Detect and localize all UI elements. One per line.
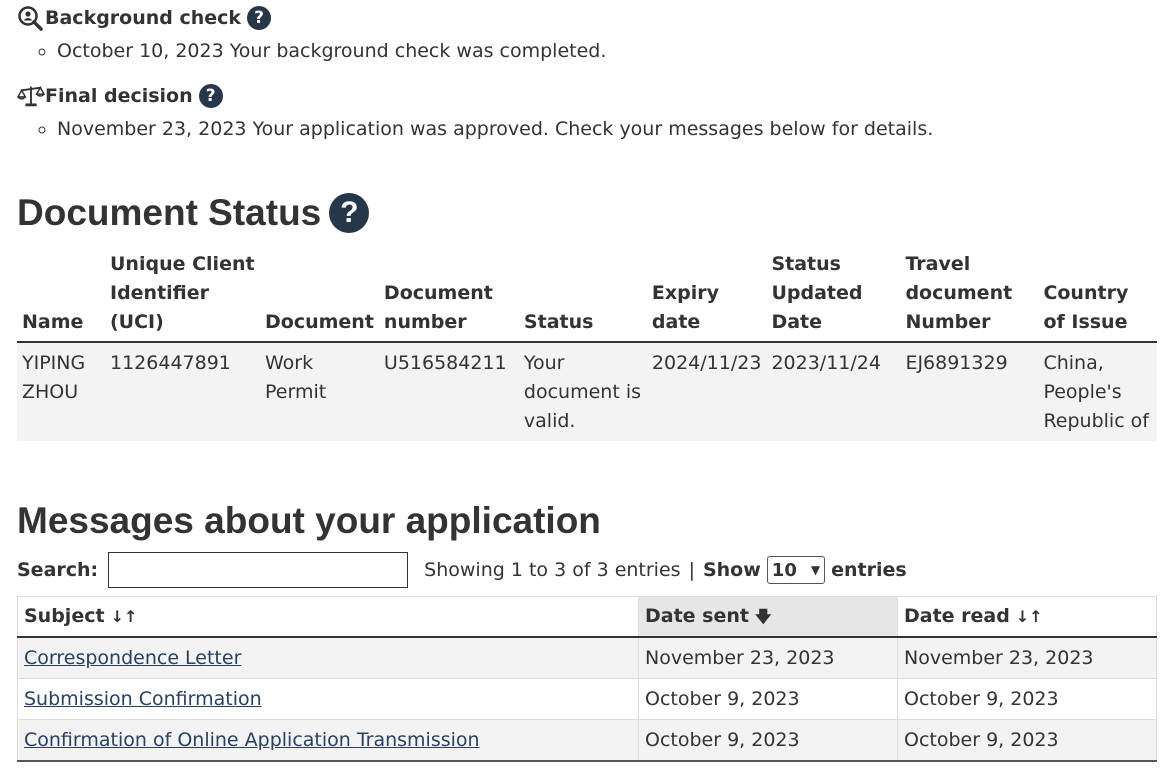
table-row: Submission Confirmation October 9, 2023 … xyxy=(17,678,1157,720)
cell-status-updated-date: 2023/11/24 xyxy=(766,342,901,441)
message-link[interactable]: Confirmation of Online Application Trans… xyxy=(24,729,480,751)
column-header: Document xyxy=(260,250,379,343)
column-header: Status xyxy=(518,250,647,343)
document-status-heading: Document Status ? xyxy=(17,192,370,234)
cell-date-read: November 23, 2023 xyxy=(897,636,1157,679)
cell-date-read: October 9, 2023 xyxy=(897,678,1157,720)
cell-document: Work Permit xyxy=(260,342,379,441)
cell-date-read: October 9, 2023 xyxy=(897,719,1157,762)
step-title: Background check xyxy=(45,7,242,29)
column-header: Status Updated Date xyxy=(766,250,901,343)
search-label: Search: xyxy=(17,559,99,581)
chevron-down-icon: ▼ xyxy=(810,563,821,577)
magnifier-person-icon xyxy=(17,4,45,32)
message-link[interactable]: Correspondence Letter xyxy=(24,647,241,669)
status-step-final-decision: Final decision ? November 23, 2023 Your … xyxy=(17,82,933,144)
column-header: Country of Issue xyxy=(1038,250,1157,343)
cell-country-of-issue: China, People's Republic of xyxy=(1038,342,1157,441)
sort-desc-icon: 🡇 xyxy=(754,607,772,626)
cell-document-number: U516584211 xyxy=(378,342,519,441)
column-header-label: Subject xyxy=(24,605,105,627)
entries-info: Showing 1 to 3 of 3 entries xyxy=(424,559,681,581)
help-icon[interactable]: ? xyxy=(329,193,370,233)
show-label: Show xyxy=(702,559,761,581)
column-header: Expiry date xyxy=(646,250,767,343)
cell-expiry-date: 2024/11/23 xyxy=(646,342,767,441)
table-row: YIPING ZHOU 1126447891 Work Permit U5165… xyxy=(17,342,1157,441)
column-header: Travel document Number xyxy=(900,250,1039,343)
table-row: Confirmation of Online Application Trans… xyxy=(17,719,1157,762)
column-header-subject[interactable]: Subject ↓↑ xyxy=(17,596,639,638)
help-icon[interactable]: ? xyxy=(247,6,272,30)
column-header: Unique Client Identifier (UCI) xyxy=(105,250,260,343)
scales-icon xyxy=(17,82,45,110)
step-detail: November 23, 2023 Your application was a… xyxy=(57,114,933,144)
page-size-value: 10 xyxy=(771,559,797,581)
document-status-table: Name Unique Client Identifier (UCI) Docu… xyxy=(17,250,1157,441)
cell-date-sent: October 9, 2023 xyxy=(638,719,898,762)
heading-text: Document Status xyxy=(17,192,322,233)
cell-status: Your document is valid. xyxy=(518,342,647,441)
sort-icon: ↓↑ xyxy=(110,607,138,626)
cell-date-sent: November 23, 2023 xyxy=(638,636,898,679)
cell-uci: 1126447891 xyxy=(105,342,260,441)
column-header-date-sent[interactable]: Date sent 🡇 xyxy=(638,596,898,638)
messages-table: Subject ↓↑ Date sent 🡇 Date read ↓↑ Corresp… xyxy=(17,596,1157,762)
table-row: Correspondence Letter November 23, 2023 … xyxy=(17,636,1157,679)
step-title: Final decision xyxy=(45,85,193,107)
column-header: Document number xyxy=(378,250,519,343)
cell-travel-document-number: EJ6891329 xyxy=(900,342,1039,441)
divider: | xyxy=(688,559,695,581)
column-header-label: Date sent xyxy=(645,605,749,627)
status-step-background-check: Background check ? October 10, 2023 Your… xyxy=(17,4,606,66)
column-header-date-read[interactable]: Date read ↓↑ xyxy=(897,596,1157,638)
help-icon[interactable]: ? xyxy=(198,84,223,108)
entries-label: entries xyxy=(831,559,907,581)
page-size-select[interactable]: 10 ▼ xyxy=(766,556,826,584)
heading-text: Messages about your application xyxy=(17,500,601,541)
messages-heading: Messages about your application xyxy=(17,500,601,542)
search-input[interactable] xyxy=(108,552,409,588)
sort-icon: ↓↑ xyxy=(1015,607,1043,626)
cell-date-sent: October 9, 2023 xyxy=(638,678,898,720)
column-header-label: Date read xyxy=(904,605,1010,627)
step-detail: October 10, 2023 Your background check w… xyxy=(57,36,606,66)
messages-controls: Search: Showing 1 to 3 of 3 entries | Sh… xyxy=(17,552,1157,588)
message-link[interactable]: Submission Confirmation xyxy=(24,688,262,710)
cell-name: YIPING ZHOU xyxy=(17,342,105,441)
column-header: Name xyxy=(17,250,105,343)
